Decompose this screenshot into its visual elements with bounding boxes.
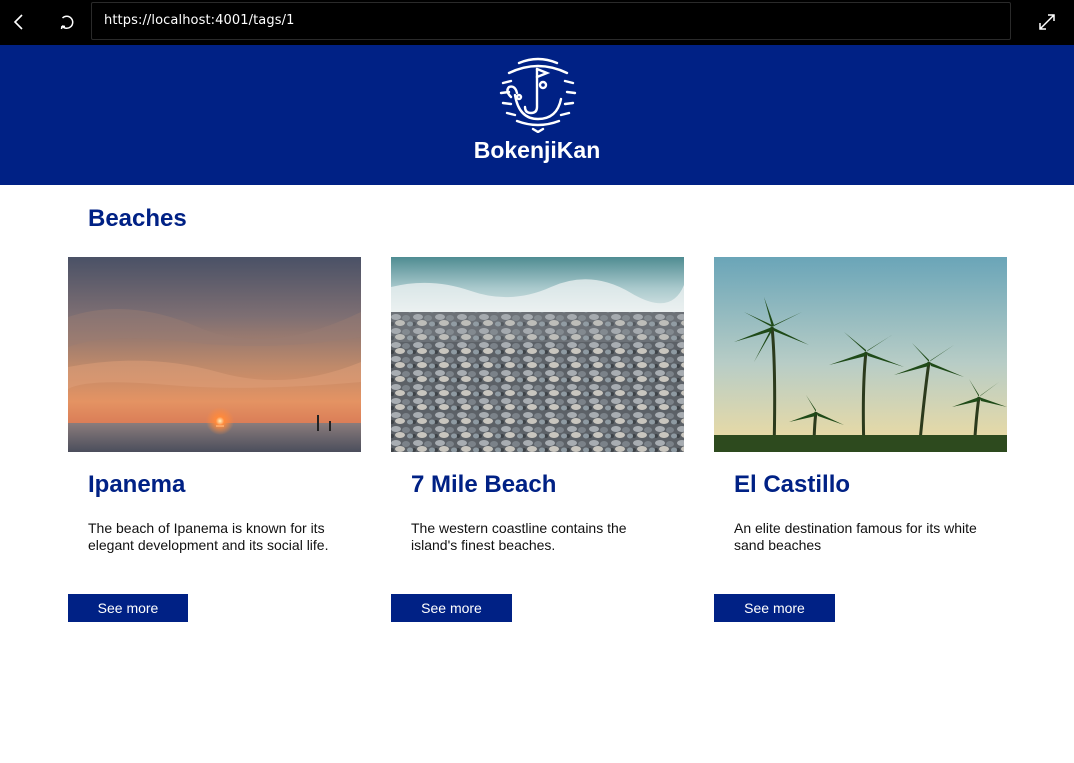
card-description: An elite destination famous for its whit… — [734, 520, 977, 553]
card-description: The beach of Ipanema is known for its el… — [88, 520, 329, 553]
destination-card: El Castillo An elite destination famous … — [714, 257, 1007, 622]
see-more-button[interactable]: See more — [391, 594, 512, 622]
destination-card: Ipanema The beach of Ipanema is known fo… — [68, 257, 361, 622]
page-title: Beaches — [88, 205, 187, 232]
sunset-over-sea-photo — [68, 257, 361, 452]
reload-button[interactable] — [52, 8, 82, 36]
see-more-button[interactable]: See more — [714, 594, 835, 622]
site-header: BokenjiKan — [0, 45, 1074, 185]
card-title: El Castillo — [734, 471, 851, 498]
chevron-left-icon — [13, 14, 23, 30]
address-bar[interactable]: https://localhost:4001/tags/1 — [91, 2, 1011, 40]
url-text: https://localhost:4001/tags/1 — [104, 13, 295, 28]
brand-name[interactable]: BokenjiKan — [0, 137, 1074, 164]
see-more-button[interactable]: See more — [68, 594, 188, 622]
reload-icon — [60, 15, 74, 30]
back-button[interactable] — [4, 8, 34, 36]
bokenjikan-logo[interactable] — [497, 55, 579, 133]
destination-card: 7 Mile Beach The western coastline conta… — [391, 257, 684, 622]
browser-toolbar: https://localhost:4001/tags/1 — [0, 0, 1074, 45]
fullscreen-button[interactable] — [1032, 8, 1062, 36]
card-title: Ipanema — [88, 471, 186, 498]
card-title: 7 Mile Beach — [411, 471, 557, 498]
palm-trees-photo — [714, 257, 1007, 452]
card-description: The western coastline contains the islan… — [411, 520, 627, 553]
pebble-beach-photo — [391, 257, 684, 452]
expand-icon — [1039, 14, 1055, 30]
